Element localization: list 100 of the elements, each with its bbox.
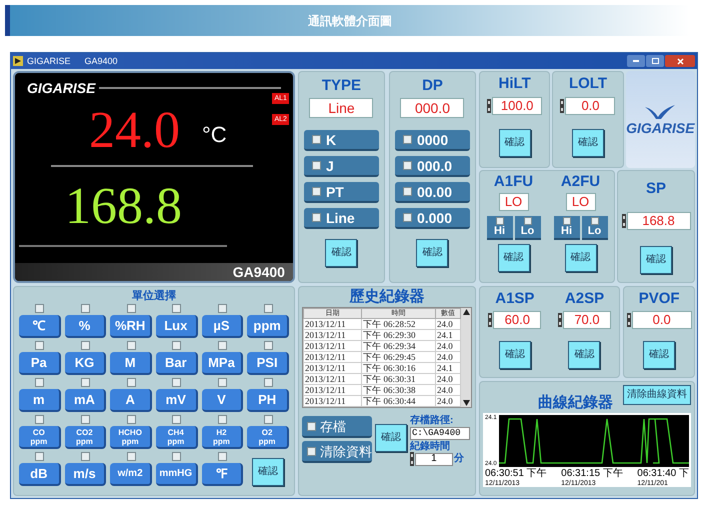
confirm-button[interactable]: 確認 — [572, 129, 604, 157]
value-field[interactable]: LO — [566, 193, 596, 211]
toggle-button[interactable]: Hi — [486, 216, 512, 240]
checkbox[interactable] — [218, 415, 227, 424]
checkbox[interactable] — [264, 341, 273, 350]
unit-button[interactable]: mA — [64, 389, 106, 412]
confirm-button[interactable]: 確認 — [498, 244, 530, 272]
unit-button[interactable]: mmHG — [156, 463, 198, 486]
confirm-button[interactable]: 確認 — [643, 341, 676, 369]
unit-button[interactable]: m — [19, 389, 61, 412]
unit-button[interactable]: O2 ppm — [247, 426, 289, 449]
checkbox[interactable] — [524, 217, 532, 225]
unit-button[interactable]: Bar — [156, 352, 198, 375]
unit-button[interactable]: CO2 ppm — [64, 426, 106, 449]
confirm-button[interactable]: 確認 — [498, 341, 531, 369]
checkbox[interactable] — [306, 446, 316, 456]
value-field[interactable]: LO — [498, 193, 528, 211]
option-button[interactable]: 清除資料 — [302, 441, 372, 463]
unit-button[interactable]: V — [202, 389, 244, 412]
value-field[interactable]: 000.0 — [400, 98, 464, 118]
unit-button[interactable]: CO ppm — [19, 426, 61, 449]
option-button[interactable]: 存檔 — [302, 416, 372, 438]
option-button[interactable]: 00.00 — [394, 182, 470, 203]
unit-button[interactable]: dB — [19, 463, 61, 486]
checkbox[interactable] — [264, 378, 273, 387]
maximize-button[interactable] — [646, 55, 664, 67]
minimize-button[interactable] — [627, 55, 645, 67]
value-field[interactable]: 100.0 — [492, 97, 542, 115]
unit-button[interactable]: ℃ — [19, 315, 61, 338]
checkbox[interactable] — [126, 304, 136, 313]
checkbox[interactable] — [80, 304, 90, 313]
option-button[interactable]: 000.0 — [394, 156, 470, 177]
close-button[interactable] — [665, 55, 695, 67]
checkbox[interactable] — [218, 378, 227, 387]
checkbox[interactable] — [218, 304, 227, 313]
toggle-button[interactable]: Lo — [514, 216, 540, 240]
clear-curve-button[interactable]: 清除曲線資料 — [623, 385, 691, 405]
checkbox[interactable] — [312, 161, 321, 170]
checkbox[interactable] — [402, 213, 412, 222]
unit-button[interactable]: µS — [202, 315, 244, 338]
checkbox[interactable] — [402, 135, 412, 144]
unit-button[interactable]: KG — [64, 352, 106, 375]
checkbox[interactable] — [312, 213, 321, 222]
checkbox[interactable] — [35, 452, 44, 461]
checkbox[interactable] — [80, 378, 90, 387]
checkbox[interactable] — [126, 378, 136, 387]
unit-button[interactable]: m/s — [64, 463, 106, 486]
unit-button[interactable]: %RH — [110, 315, 152, 338]
toggle-button[interactable]: Lo — [582, 216, 608, 240]
value-field[interactable]: Line — [309, 98, 374, 118]
checkbox[interactable] — [80, 341, 90, 350]
checkbox[interactable] — [35, 415, 44, 424]
unit-button[interactable]: PH — [247, 389, 289, 412]
option-button[interactable]: 0000 — [394, 130, 470, 151]
unit-button[interactable]: Lux — [156, 315, 198, 338]
value-field[interactable]: 0.0 — [565, 97, 616, 115]
checkbox[interactable] — [80, 415, 90, 424]
unit-button[interactable]: Pa — [19, 352, 61, 375]
scroll-down-icon[interactable] — [462, 400, 470, 406]
value-field[interactable]: 70.0 — [562, 311, 611, 329]
unit-button[interactable]: H2 ppm — [202, 426, 244, 449]
confirm-button[interactable]: 確認 — [374, 424, 407, 452]
option-button[interactable]: 0.000 — [394, 208, 470, 229]
unit-button[interactable]: M — [110, 352, 152, 375]
spin-icon[interactable] — [622, 214, 626, 228]
value-field[interactable]: 0.0 — [632, 311, 692, 329]
spin-icon[interactable] — [558, 313, 562, 327]
checkbox[interactable] — [402, 161, 412, 170]
scrollbar[interactable] — [461, 308, 471, 407]
checkbox[interactable] — [264, 415, 273, 424]
option-button[interactable]: J — [304, 156, 379, 177]
unit-button[interactable]: CH4 ppm — [156, 426, 198, 449]
spin-icon[interactable] — [487, 99, 492, 113]
option-button[interactable]: K — [304, 130, 379, 151]
spin-icon[interactable] — [626, 313, 631, 327]
checkbox[interactable] — [35, 304, 44, 313]
confirm-button[interactable]: 確認 — [564, 244, 596, 272]
spin-icon[interactable] — [410, 452, 414, 466]
checkbox[interactable] — [312, 135, 321, 144]
checkbox[interactable] — [496, 217, 504, 225]
value-field[interactable]: 168.8 — [626, 212, 690, 230]
spin-icon[interactable] — [488, 313, 492, 327]
value-field[interactable]: 60.0 — [493, 311, 542, 329]
unit-button[interactable]: MPa — [202, 352, 244, 375]
checkbox[interactable] — [172, 452, 182, 461]
checkbox[interactable] — [218, 452, 227, 461]
checkbox[interactable] — [126, 341, 136, 350]
unit-button[interactable]: w/m2 — [110, 463, 152, 486]
unit-button[interactable]: HCHO ppm — [110, 426, 152, 449]
confirm-button[interactable]: 確認 — [252, 458, 284, 486]
checkbox[interactable] — [35, 341, 44, 350]
unit-button[interactable]: mV — [156, 389, 198, 412]
interval-field[interactable]: 1 — [414, 452, 453, 466]
checkbox[interactable] — [590, 217, 598, 225]
checkbox[interactable] — [306, 422, 316, 430]
checkbox[interactable] — [126, 452, 136, 461]
checkbox[interactable] — [172, 415, 182, 424]
checkbox[interactable] — [218, 341, 227, 350]
confirm-button[interactable]: 確認 — [640, 246, 672, 274]
confirm-button[interactable]: 確認 — [498, 129, 531, 157]
